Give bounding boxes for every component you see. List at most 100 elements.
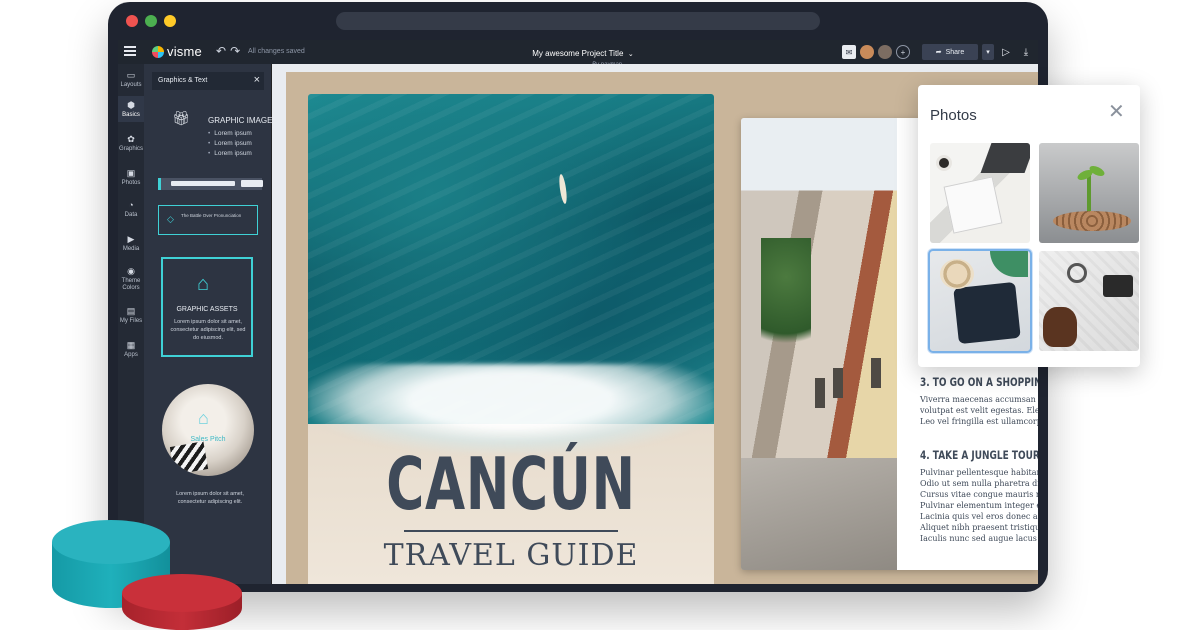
- graphic-assets-card[interactable]: ⌂ GRAPHIC ASSETS Lorem ipsum dolor sit a…: [161, 257, 253, 357]
- section-body-line: Iaculis nunc sed augue lacus viverra: [920, 534, 1038, 543]
- share-button[interactable]: ➦ Share: [922, 44, 978, 60]
- outlined-text-box-asset[interactable]: ◇ The Battle Over Pronunciation: [158, 205, 258, 235]
- rail-item-media[interactable]: ▶ Media: [118, 234, 144, 252]
- graphics-text-panel: Graphics & Text × 🎁︎ GRAPHIC IMAGE Lorem…: [144, 64, 272, 584]
- section-body-line: Pulvinar elementum integer enim. P: [920, 501, 1038, 510]
- window-shape: [871, 358, 881, 388]
- rail-item-data[interactable]: ◔ Data: [118, 200, 144, 218]
- desk-workspace-photo[interactable]: [930, 143, 1030, 243]
- cover-page[interactable]: CANCÚN TRAVEL GUIDE: [308, 94, 714, 584]
- layouts-icon: ▭: [126, 70, 136, 80]
- present-play-icon[interactable]: ▷: [998, 44, 1014, 60]
- travel-gear-photo[interactable]: [1039, 251, 1139, 351]
- rail-item-apps[interactable]: ▦ Apps: [118, 340, 144, 358]
- download-icon[interactable]: ⤓: [1018, 44, 1034, 60]
- topbar-actions: ✉ + ➦ Share ▾ ▷ ⤓: [842, 43, 1034, 61]
- folder-icon: ▤: [126, 306, 136, 316]
- shoes-shape: [1043, 307, 1077, 347]
- close-icon[interactable]: ×: [254, 74, 260, 86]
- rail-item-label: Theme Colors: [121, 278, 141, 291]
- street-photo: [741, 118, 897, 570]
- striped-shirt-shape: [169, 441, 209, 475]
- coffee-cup-shape: [936, 155, 952, 171]
- app-screen: visme ↶ ↷ All changes saved My awesome P…: [118, 40, 1038, 584]
- coins-shape: [1053, 211, 1131, 231]
- tree-shape: [761, 238, 811, 368]
- rail-item-theme-colors[interactable]: ◉ Theme Colors: [118, 266, 144, 292]
- section-heading[interactable]: 4. TAKE A JUNGLE TOUR: [920, 448, 1038, 462]
- gift-icon: ⌂: [197, 273, 210, 295]
- history-controls: ↶ ↷: [216, 44, 240, 58]
- box-text: The Battle Over Pronunciation: [181, 213, 242, 218]
- gift-icon: 🎁︎: [172, 110, 190, 126]
- rail-item-label: My Files: [119, 318, 143, 324]
- section-body-line: Viverra maecenas accumsan lacus vel: [920, 395, 1038, 404]
- apps-grid-icon: ▦: [126, 340, 136, 350]
- hamburger-menu-icon[interactable]: [124, 46, 136, 56]
- rail-item-graphics[interactable]: ✿ Graphics: [118, 134, 144, 152]
- rail-item-photos[interactable]: ▣ Photos: [118, 168, 144, 186]
- rail-item-label: Data: [124, 212, 138, 218]
- section-heading[interactable]: 3. TO GO ON A SHOPPING SPREE: [920, 375, 1038, 389]
- sprout-coins-photo[interactable]: [1039, 143, 1139, 243]
- cover-title[interactable]: CANCÚN: [365, 442, 657, 526]
- section-body-line: volutpat est velit egestas. Elementum L: [920, 406, 1038, 415]
- graphic-image-asset[interactable]: 🎁︎ GRAPHIC IMAGE Lorem ipsum Lorem ipsum…: [172, 110, 273, 157]
- rail-item-label: Graphics: [118, 146, 143, 152]
- asset-title: Sales Pitch: [190, 436, 226, 443]
- logo-text: visme: [167, 44, 202, 59]
- save-status: All changes saved: [248, 48, 305, 55]
- cobblestone-road: [741, 458, 897, 570]
- photos-panel: Photos ✕: [918, 85, 1140, 367]
- search-bar-asset[interactable]: [158, 178, 263, 190]
- rail-item-layouts[interactable]: ▭ Layouts: [118, 70, 144, 88]
- list-item: Lorem ipsum: [208, 140, 252, 147]
- suitcase-packing-photo[interactable]: [928, 249, 1032, 353]
- device-frame: visme ↶ ↷ All changes saved My awesome P…: [108, 2, 1048, 592]
- redo-icon[interactable]: ↷: [230, 44, 240, 58]
- sprout-shape: [1087, 173, 1091, 215]
- section-body-line: Pulvinar pellentesque habitant morbi: [920, 468, 1038, 477]
- share-dropdown-icon[interactable]: ▾: [982, 44, 994, 60]
- share-label: Share: [945, 48, 965, 56]
- collaborator-avatar-1[interactable]: [860, 45, 874, 59]
- suitcase-shape: [953, 281, 1021, 345]
- magnifier-shape: [1067, 263, 1087, 283]
- rail-item-my-files[interactable]: ▤ My Files: [118, 306, 144, 324]
- rail-item-label: Basics: [122, 112, 140, 118]
- media-icon: ▶: [127, 234, 135, 244]
- share-icon: ➦: [935, 49, 942, 56]
- hat-shape: [940, 259, 974, 289]
- undo-icon[interactable]: ↶: [216, 44, 226, 58]
- close-window-dot[interactable]: [126, 15, 138, 27]
- section-body-line: Lacinia quis vel eros donec ac odio: [920, 512, 1038, 521]
- stage: visme ↶ ↷ All changes saved My awesome P…: [0, 0, 1200, 630]
- left-tool-rail: ▭ Layouts ⬢ Basics ✿ Graphics ▣ Photos ◔: [118, 64, 144, 584]
- close-icon[interactable]: ✕: [1108, 101, 1125, 123]
- panel-title: Graphics & Text: [158, 77, 208, 84]
- cover-subtitle[interactable]: TRAVEL GUIDE: [308, 538, 714, 573]
- gift-icon: ⌂: [198, 408, 209, 428]
- section-body-line: Leo vel fringilla est ullamcorper eget.: [920, 417, 1038, 426]
- app-logo[interactable]: visme: [152, 44, 202, 59]
- rail-item-label: Photos: [121, 180, 141, 186]
- maximize-window-dot[interactable]: [164, 15, 176, 27]
- asset-title: GRAPHIC IMAGE: [208, 116, 273, 125]
- cover-divider: [404, 530, 618, 532]
- asset-list: Lorem ipsum Lorem ipsum Lorem ipsum: [208, 130, 252, 160]
- palette-icon: ◉: [127, 266, 135, 276]
- rail-item-label: Media: [122, 246, 140, 252]
- project-title[interactable]: My awesome Project Title: [532, 49, 623, 58]
- camera-shape: [1103, 275, 1133, 297]
- collaborator-avatar-2[interactable]: [878, 45, 892, 59]
- sales-pitch-circle-asset[interactable]: ⌂ Sales Pitch: [162, 384, 254, 476]
- window-shape: [815, 378, 825, 408]
- comment-icon[interactable]: ✉: [842, 45, 856, 59]
- bar-input-shape: [171, 181, 235, 186]
- palm-leaf-shape: [990, 251, 1028, 277]
- minimize-window-dot[interactable]: [145, 15, 157, 27]
- address-bar[interactable]: [336, 12, 820, 30]
- chevron-down-icon[interactable]: ⌄: [628, 51, 634, 58]
- rail-item-basics[interactable]: ⬢ Basics: [118, 96, 144, 122]
- add-collaborator-icon[interactable]: +: [896, 45, 910, 59]
